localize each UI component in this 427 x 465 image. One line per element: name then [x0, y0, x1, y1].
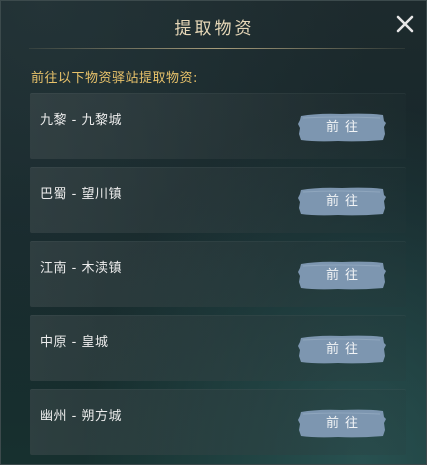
- station-name: 江南 - 木渎镇: [40, 261, 122, 276]
- station-row-bashu: 巴蜀 - 望川镇 前往: [30, 167, 406, 233]
- title-divider: [29, 48, 405, 49]
- station-name: 巴蜀 - 望川镇: [40, 187, 122, 202]
- dialog-title: 提取物资: [174, 19, 255, 39]
- station-row-jiangnan: 江南 - 木渎镇 前往: [30, 241, 406, 307]
- intro-text: 前往以下物资驿站提取物资:: [31, 71, 198, 86]
- station-name: 中原 - 皇城: [40, 335, 109, 350]
- station-list: 九黎 - 九黎城 前往 巴蜀 - 望川镇 前往 江南 - 木渎镇 前往 中原 -…: [30, 93, 406, 463]
- go-button-youzhou[interactable]: 前往: [298, 408, 386, 439]
- extract-supplies-dialog: 提取物资 前往以下物资驿站提取物资: 九黎 - 九黎城 前往 巴蜀 - 望川镇: [0, 0, 427, 465]
- station-row-zhongyuan: 中原 - 皇城 前往: [30, 315, 406, 381]
- go-button-jiuli[interactable]: 前往: [298, 112, 386, 143]
- go-button-label: 前往: [325, 416, 364, 431]
- go-button-jiangnan[interactable]: 前往: [298, 260, 386, 291]
- station-row-jiuli: 九黎 - 九黎城 前往: [30, 93, 406, 159]
- go-button-label: 前往: [325, 120, 364, 135]
- go-button-label: 前往: [325, 268, 364, 283]
- go-button-label: 前往: [325, 194, 364, 209]
- go-button-bashu[interactable]: 前往: [298, 186, 386, 217]
- close-icon: [396, 15, 414, 33]
- close-button[interactable]: [392, 11, 418, 37]
- station-name: 九黎 - 九黎城: [40, 113, 122, 128]
- station-row-youzhou: 幽州 - 朔方城 前往: [30, 389, 406, 455]
- go-button-label: 前往: [325, 342, 364, 357]
- go-button-zhongyuan[interactable]: 前往: [298, 334, 386, 365]
- station-name: 幽州 - 朔方城: [40, 409, 122, 424]
